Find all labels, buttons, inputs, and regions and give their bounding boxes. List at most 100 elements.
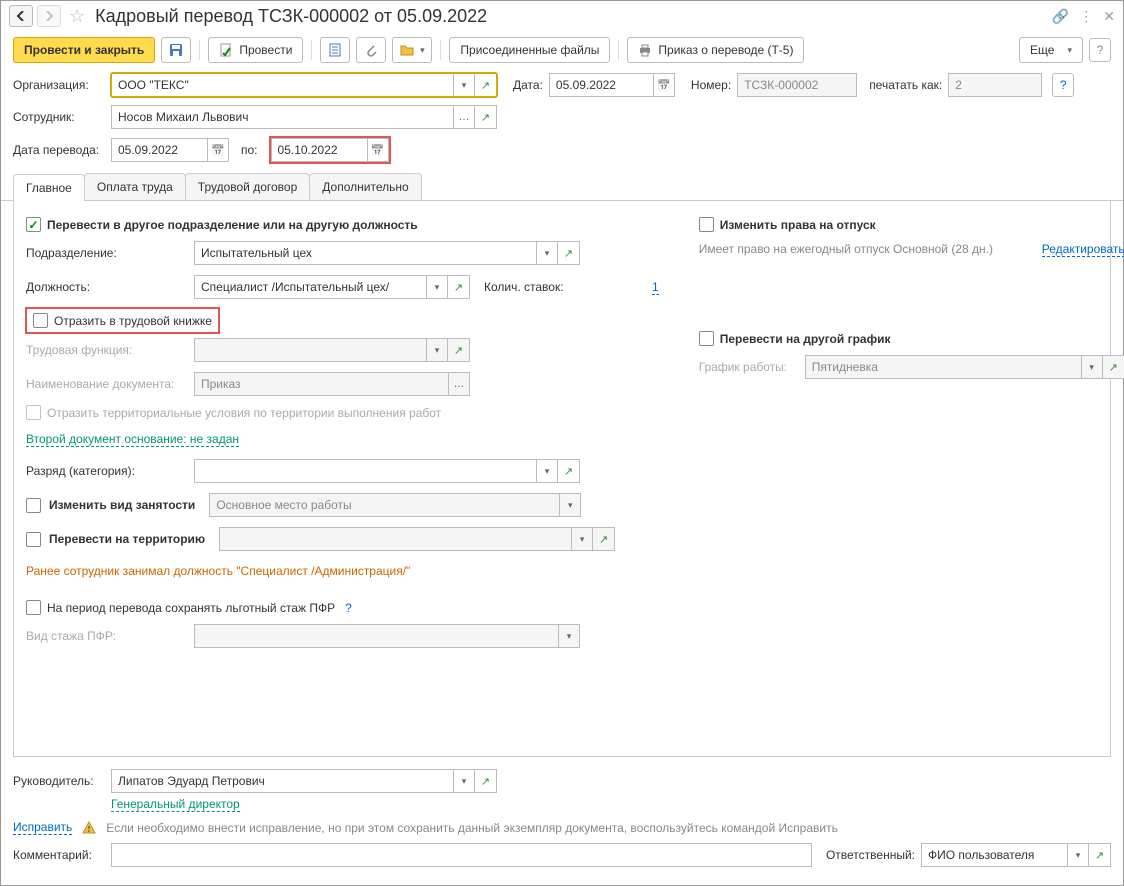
attached-files-button[interactable]: Присоединенные файлы [449,37,610,63]
pfr-type-input [194,624,558,648]
subdiv-open-button[interactable] [558,241,580,265]
more-button[interactable]: Еще ▾ [1019,37,1083,63]
change-employment-label: Изменить вид занятости [49,498,195,512]
arrow-left-icon [16,11,26,21]
post-button[interactable]: Провести [208,37,303,63]
territory-dropdown [571,527,593,551]
tab-contract[interactable]: Трудовой договор [185,173,310,200]
manager-position-link[interactable]: Генеральный директор [111,797,240,812]
move-territory-checkbox[interactable] [26,532,41,547]
rate-label: Колич. ставок: [484,280,644,294]
responsible-dropdown-button[interactable] [1067,843,1089,867]
date-input[interactable]: 05.09.2022 [549,73,653,97]
date-label: Дата: [513,78,543,92]
paperclip-icon [364,43,378,57]
print-icon [638,43,652,57]
doc-name-input: Приказ [194,372,448,396]
kebab-menu-icon[interactable]: ⋮ [1079,8,1093,25]
warning-icon [82,821,96,835]
change-schedule-label: Перевести на другой график [720,332,891,346]
employee-input[interactable]: Носов Михаил Львович [111,105,453,129]
tab-main[interactable]: Главное [13,174,85,201]
folder-icon [400,43,414,57]
pfr-help[interactable]: ? [345,601,352,615]
change-leave-checkbox[interactable] [699,217,714,232]
responsible-open-button[interactable] [1089,843,1111,867]
rank-dropdown-button[interactable] [536,459,558,483]
prev-position-text: Ранее сотрудник занимал должность "Специ… [26,564,659,578]
org-label: Организация: [13,78,105,92]
print-as-input: 2 [948,73,1042,97]
change-leave-label: Изменить права на отпуск [720,218,876,232]
edit-link[interactable]: Редактировать [1042,242,1124,257]
position-input[interactable]: Специалист /Испытательный цех/ [194,275,426,299]
nav-forward-button[interactable] [37,5,61,27]
change-schedule-checkbox[interactable] [699,331,714,346]
position-open-button[interactable] [448,275,470,299]
print-as-help[interactable]: ? [1052,73,1074,97]
tab-extra[interactable]: Дополнительно [309,173,421,200]
schedule-input: Пятидневка [805,355,1081,379]
help-button[interactable]: ? [1089,38,1111,62]
doc-name-select [448,372,470,396]
pfr-label: На период перевода сохранять льготный ст… [47,601,335,615]
transfer-checkbox[interactable] [26,217,41,232]
comment-input[interactable] [111,843,812,867]
schedule-dropdown [1081,355,1103,379]
manager-input[interactable]: Липатов Эдуард Петрович [111,769,453,793]
territory-input [219,527,571,551]
second-doc-link[interactable]: Второй документ основание: не задан [26,432,239,447]
tab-payment[interactable]: Оплата труда [84,173,186,200]
manager-dropdown-button[interactable] [453,769,475,793]
rate-link[interactable]: 1 [652,280,659,295]
number-label: Номер: [691,78,731,92]
transfer-check-label: Перевести в другое подразделение или на … [47,218,418,232]
rank-open-button[interactable] [558,459,580,483]
position-dropdown-button[interactable] [426,275,448,299]
post-and-close-button[interactable]: Провести и закрыть [13,37,155,63]
attach-button[interactable] [356,37,386,63]
labor-func-dropdown [426,338,448,362]
folder-button[interactable]: ▾ [392,37,432,63]
date-to-label: по: [241,143,258,157]
nav-back-button[interactable] [9,5,33,27]
print-order-button[interactable]: Приказ о переводе (Т-5) [627,37,804,63]
warning-text: Если необходимо внести исправление, но п… [106,821,838,835]
org-open-button[interactable] [475,73,497,97]
transfer-date-cal-button[interactable] [207,138,229,162]
labor-func-input [194,338,426,362]
close-icon[interactable]: ✕ [1103,8,1115,25]
org-input[interactable]: ООО "ТЕКС" [111,73,453,97]
star-icon[interactable]: ☆ [69,6,85,27]
pfr-checkbox[interactable] [26,600,41,615]
subdiv-dropdown-button[interactable] [536,241,558,265]
save-button[interactable] [161,37,191,63]
workbook-checkbox[interactable] [33,313,48,328]
link-icon[interactable]: 🔗 [1052,8,1069,25]
arrow-right-icon [44,11,54,21]
transfer-date-input[interactable]: 05.09.2022 [111,138,207,162]
manager-open-button[interactable] [475,769,497,793]
pfr-type-label: Вид стажа ПФР: [26,629,186,643]
document-button[interactable] [320,37,350,63]
employee-label: Сотрудник: [13,110,105,124]
territory-label: Отразить территориальные условия по терр… [47,406,441,420]
pfr-type-dropdown [558,624,580,648]
subdiv-label: Подразделение: [26,246,186,260]
comment-label: Комментарий: [13,848,105,862]
date-to-input[interactable]: 05.10.2022 [271,138,367,162]
labor-func-open [448,338,470,362]
subdiv-input[interactable]: Испытательный цех [194,241,536,265]
responsible-input[interactable]: ФИО пользователя [921,843,1067,867]
workbook-label: Отразить в трудовой книжке [54,314,212,328]
employee-open-button[interactable] [475,105,497,129]
date-cal-button[interactable] [653,73,675,97]
org-dropdown-button[interactable] [453,73,475,97]
date-to-cal-button[interactable] [367,138,389,162]
rank-input[interactable] [194,459,536,483]
schedule-open [1103,355,1124,379]
employee-select-button[interactable] [453,105,475,129]
fix-link[interactable]: Исправить [13,820,72,835]
doc-name-label: Наименование документа: [26,377,186,391]
change-employment-checkbox[interactable] [26,498,41,513]
